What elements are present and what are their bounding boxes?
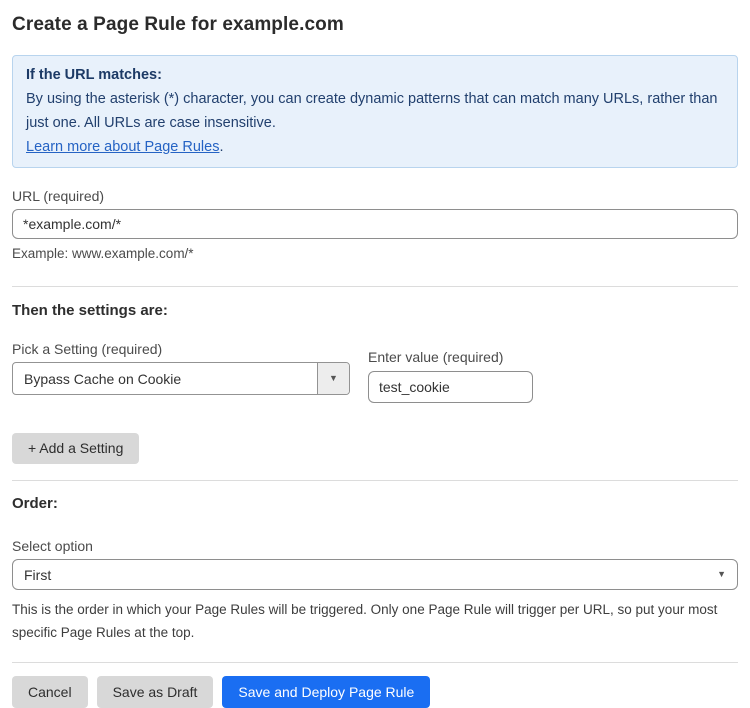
- divider: [12, 662, 738, 663]
- url-matches-info-box: If the URL matches: By using the asteris…: [12, 55, 738, 168]
- divider: [12, 286, 738, 287]
- order-select[interactable]: First ▼: [12, 559, 738, 590]
- footer-button-row: Cancel Save as Draft Save and Deploy Pag…: [12, 676, 738, 708]
- order-section-heading: Order:: [12, 495, 738, 512]
- divider: [12, 480, 738, 481]
- learn-more-link[interactable]: Learn more about Page Rules: [26, 139, 219, 155]
- chevron-down-icon: ▼: [717, 570, 726, 579]
- page-title: Create a Page Rule for example.com: [12, 14, 738, 36]
- create-page-rule-form: Create a Page Rule for example.com If th…: [0, 0, 750, 708]
- save-and-deploy-button[interactable]: Save and Deploy Page Rule: [222, 676, 430, 708]
- setting-dropdown-value: Bypass Cache on Cookie: [13, 363, 317, 394]
- enter-value-label: Enter value (required): [368, 349, 533, 365]
- settings-section-heading: Then the settings are:: [12, 302, 738, 319]
- link-suffix: .: [219, 139, 223, 155]
- setting-dropdown-button[interactable]: ▼: [317, 363, 349, 394]
- info-box-body: By using the asterisk (*) character, you…: [26, 87, 724, 135]
- url-example-text: Example: www.example.com/*: [12, 246, 738, 261]
- url-input[interactable]: [12, 209, 738, 239]
- setting-value-input[interactable]: [368, 371, 533, 403]
- cancel-button[interactable]: Cancel: [12, 676, 88, 708]
- settings-row: Pick a Setting (required) Bypass Cache o…: [12, 321, 738, 403]
- save-as-draft-button[interactable]: Save as Draft: [97, 676, 214, 708]
- order-select-value: First: [24, 567, 51, 583]
- setting-value-column: Enter value (required): [368, 329, 533, 403]
- chevron-down-icon: ▼: [329, 374, 338, 383]
- setting-dropdown[interactable]: Bypass Cache on Cookie ▼: [12, 362, 350, 395]
- url-label: URL (required): [12, 188, 738, 204]
- setting-picker-column: Pick a Setting (required) Bypass Cache o…: [12, 321, 350, 403]
- pick-setting-label: Pick a Setting (required): [12, 341, 350, 357]
- order-description: This is the order in which your Page Rul…: [12, 598, 738, 644]
- info-box-heading: If the URL matches:: [26, 63, 724, 87]
- add-setting-button[interactable]: + Add a Setting: [12, 433, 139, 464]
- select-option-label: Select option: [12, 538, 738, 554]
- info-box-link-line: Learn more about Page Rules.: [26, 135, 724, 159]
